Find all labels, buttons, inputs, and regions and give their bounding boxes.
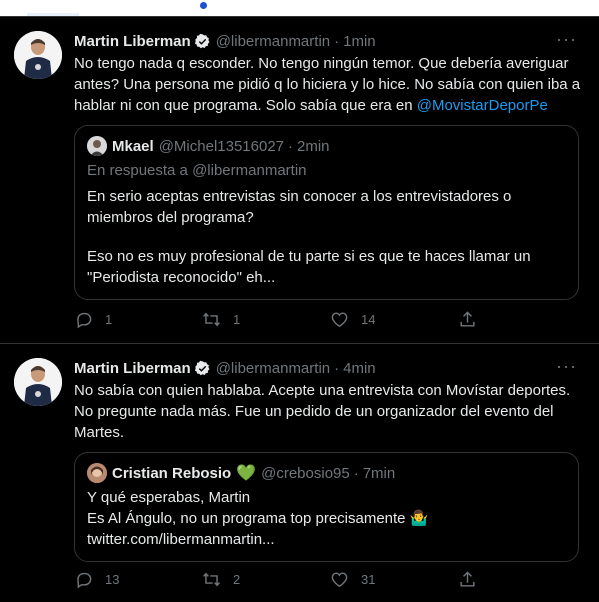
separator-dot: · [353, 464, 359, 482]
retweet-icon [203, 572, 220, 586]
like-count: 31 [361, 571, 376, 587]
quoted-avatar [87, 136, 107, 156]
share-button[interactable] [458, 310, 489, 329]
retweet-count: 1 [233, 311, 241, 327]
tweet-header: Martin Liberman @libermanmartin · 1min ·… [74, 29, 581, 51]
quoted-avatar [87, 463, 107, 483]
quoted-avatar-image [87, 136, 107, 156]
author-name[interactable]: Martin Liberman [74, 33, 191, 50]
tweet-timestamp[interactable]: 4min [343, 360, 376, 377]
heart-icon [331, 311, 348, 327]
reply-button[interactable]: 1 [74, 310, 202, 329]
verified-badge-icon [194, 360, 210, 375]
like-button[interactable]: 31 [330, 570, 458, 589]
avatar-image [14, 358, 62, 406]
tweet-header: Martin Liberman @libermanmartin · 4min ·… [74, 356, 581, 378]
author-name[interactable]: Martin Liberman [74, 360, 191, 377]
quoted-tweet-header: Mkael @Michel13516027 · 2min [87, 136, 330, 156]
share-icon [460, 310, 475, 327]
quoted-timestamp: 2min [297, 137, 330, 155]
notification-dot [200, 2, 207, 9]
quoted-author-handle: @Michel13516027 [158, 137, 285, 155]
retweet-button[interactable]: 2 [202, 570, 330, 589]
quoted-text-paragraph: Eso no es muy profesional de tu parte si… [87, 248, 531, 286]
reply-icon [77, 572, 92, 588]
quoted-text-line: Es Al Ángulo, no un programa top precisa… [87, 510, 429, 527]
tweet-text: No tengo nada q esconder. No tengo ningú… [74, 53, 581, 116]
reply-count: 1 [105, 311, 113, 327]
quoted-text-paragraph: En serio aceptas entrevistas sin conocer… [87, 188, 512, 226]
browser-top-strip [0, 0, 599, 16]
quoted-avatar-image [87, 463, 107, 483]
verified-badge-icon [194, 33, 210, 48]
author-handle[interactable]: @libermanmartin [216, 360, 330, 377]
quoted-text: Y qué esperabas, Martin Es Al Ángulo, no… [87, 487, 566, 550]
mention-link[interactable]: @MovistarDeporPe [417, 97, 548, 114]
reply-count: 13 [105, 571, 120, 587]
like-button[interactable]: 14 [330, 310, 458, 329]
avatar-image [14, 31, 62, 79]
tweet-timestamp[interactable]: 1min [343, 33, 376, 50]
quoted-text-line: Y qué esperabas, Martin [87, 489, 251, 506]
separator-dot: · [288, 137, 294, 155]
quoted-timestamp: 7min [362, 464, 396, 482]
quoted-author-name: Cristian Rebosio [112, 464, 232, 482]
quoted-tweet[interactable]: Cristian Rebosio 💚 @crebosio95 · 7min Y … [74, 452, 579, 562]
share-icon [460, 570, 475, 587]
avatar[interactable] [14, 358, 62, 406]
separator-dot: · [334, 32, 340, 50]
tweet[interactable]: Martin Liberman @libermanmartin · 1min ·… [0, 17, 599, 343]
reply-button[interactable]: 13 [74, 570, 202, 589]
retweet-button[interactable]: 1 [202, 310, 330, 329]
author-handle[interactable]: @libermanmartin [216, 33, 330, 50]
avatar[interactable] [14, 31, 62, 79]
tweet-text: No sabía con quien hablaba. Acepte una e… [74, 382, 571, 441]
quoted-link[interactable]: twitter.com/libermanmartin... [87, 529, 566, 550]
quoted-author-name: Mkael [112, 137, 154, 155]
quoted-tweet-header: Cristian Rebosio 💚 @crebosio95 · 7min [87, 463, 395, 483]
more-options-icon[interactable]: ··· [556, 29, 577, 49]
separator-dot: · [334, 359, 340, 377]
replying-to: En respuesta a @libermanmartin [87, 162, 307, 179]
heart-icon [331, 571, 348, 587]
like-count: 14 [361, 311, 376, 327]
tweet-actions: 1 1 14 [74, 309, 581, 329]
share-button[interactable] [458, 570, 489, 589]
quoted-tweet[interactable]: Mkael @Michel13516027 · 2min En respuest… [74, 125, 579, 300]
more-options-icon[interactable]: ··· [556, 356, 577, 376]
tweet[interactable]: Martin Liberman @libermanmartin · 4min ·… [0, 344, 599, 602]
tweet-actions: 13 2 31 [74, 569, 581, 589]
retweet-count: 2 [233, 571, 241, 587]
green-heart-icon: 💚 [236, 465, 257, 482]
quoted-author-handle: @crebosio95 [261, 464, 350, 482]
reply-icon [77, 312, 92, 328]
timeline-feed: Martin Liberman @libermanmartin · 1min ·… [0, 16, 599, 602]
retweet-icon [203, 312, 220, 326]
